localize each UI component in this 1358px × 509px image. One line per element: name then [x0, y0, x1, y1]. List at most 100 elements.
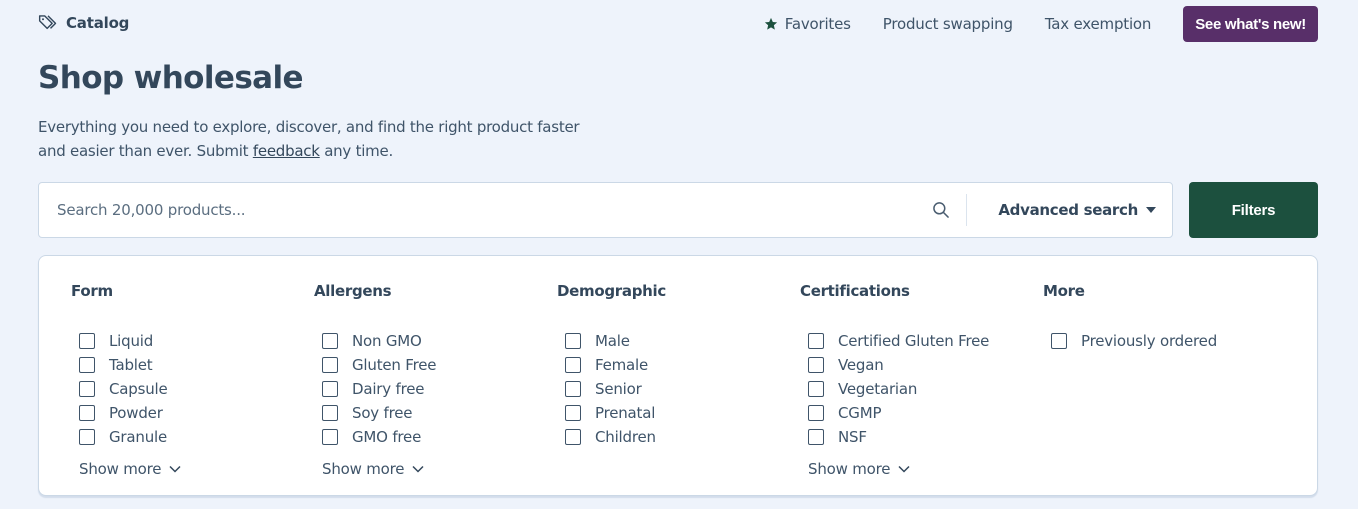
filter-option[interactable]: Certified Gluten Free [800, 329, 989, 353]
filter-option-label: GMO free [352, 428, 422, 446]
filter-group-allergens: Allergens Non GMO Gluten Free Dairy free Soy… [314, 282, 437, 480]
filter-option[interactable]: Previously ordered [1043, 329, 1217, 353]
filter-option-label: NSF [838, 428, 867, 446]
filter-option-label: Gluten Free [352, 356, 437, 374]
filter-option[interactable]: Prenatal [557, 401, 666, 425]
filter-option-label: Male [595, 332, 630, 350]
checkbox[interactable] [79, 381, 95, 397]
breadcrumb-catalog[interactable]: Catalog [66, 14, 129, 32]
see-whats-new-button[interactable]: See what's new! [1183, 6, 1318, 42]
filter-option[interactable]: Children [557, 425, 666, 449]
checkbox[interactable] [808, 405, 824, 421]
checkbox[interactable] [565, 429, 581, 445]
filter-option-label: Vegan [838, 356, 884, 374]
nav-product-swapping[interactable]: Product swapping [883, 15, 1013, 33]
filter-option-label: Dairy free [352, 380, 425, 398]
filter-option[interactable]: Female [557, 353, 666, 377]
show-more-button[interactable]: Show more [314, 458, 436, 480]
filter-option[interactable]: Capsule [71, 377, 181, 401]
nav-favorites[interactable]: Favorites [764, 15, 851, 33]
filter-option[interactable]: Soy free [314, 401, 436, 425]
filter-option-label: Vegetarian [838, 380, 918, 398]
checkbox[interactable] [79, 357, 95, 373]
checkbox[interactable] [79, 429, 95, 445]
filter-option-label: Powder [109, 404, 163, 422]
filter-option[interactable]: Liquid [71, 329, 181, 353]
filter-option-label: Female [595, 356, 649, 374]
checkbox[interactable] [322, 429, 338, 445]
filter-option-label: Children [595, 428, 656, 446]
filter-option-label: Non GMO [352, 332, 422, 350]
filter-option[interactable]: CGMP [800, 401, 989, 425]
filter-options: Non GMO Gluten Free Dairy free Soy free GMO … [314, 329, 437, 449]
filters-panel: Form Liquid Tablet Capsule Powder Granule Show… [38, 255, 1318, 496]
filter-option-label: Tablet [109, 356, 153, 374]
checkbox[interactable] [565, 357, 581, 373]
checkbox[interactable] [808, 429, 824, 445]
checkbox[interactable] [322, 333, 338, 349]
filter-group-title: More [1043, 282, 1085, 300]
show-more-button[interactable]: Show more [800, 458, 989, 480]
search-icon[interactable] [931, 200, 951, 220]
search-input[interactable] [39, 183, 932, 237]
filter-option[interactable]: Senior [557, 377, 666, 401]
show-more-button[interactable]: Show more [71, 458, 181, 480]
nav-tax-exemption-label: Tax exemption [1044, 15, 1152, 33]
search-bar: Advanced search [38, 182, 1173, 238]
checkbox[interactable] [808, 333, 824, 349]
feedback-link[interactable]: feedback [253, 142, 320, 160]
checkbox[interactable] [565, 333, 581, 349]
filter-option[interactable]: Granule [71, 425, 181, 449]
checkbox[interactable] [565, 405, 581, 421]
filter-group-title: Certifications [800, 282, 910, 300]
checkbox[interactable] [1051, 333, 1067, 349]
filter-group-form: Form Liquid Tablet Capsule Powder Granule Show… [71, 282, 181, 480]
filter-option-label: Certified Gluten Free [838, 332, 990, 350]
breadcrumb[interactable]: Catalog [38, 13, 129, 33]
checkbox[interactable] [322, 357, 338, 373]
filter-option-label: Prenatal [595, 404, 656, 422]
filter-group-demographic: Demographic Male Female Senior Prenatal Child… [557, 282, 666, 449]
filter-option-label: Senior [595, 380, 642, 398]
filter-options: Certified Gluten Free Vegan Vegetarian CGMP… [800, 329, 989, 449]
subtitle-text-end: any time. [319, 142, 393, 160]
page-title: Shop wholesale [38, 60, 304, 96]
filter-option[interactable]: NSF [800, 425, 989, 449]
filter-option[interactable]: Non GMO [314, 329, 436, 353]
tag-icon [38, 15, 57, 30]
filter-group-title: Demographic [557, 282, 666, 300]
checkbox[interactable] [322, 405, 338, 421]
filter-option[interactable]: Vegan [800, 353, 989, 377]
filter-option-label: Previously ordered [1081, 332, 1218, 350]
filter-option[interactable]: Male [557, 329, 666, 353]
filter-group-certifications: Certifications Certified Gluten Free Vegan… [800, 282, 989, 480]
filter-option[interactable]: GMO free [314, 425, 436, 449]
star-icon [764, 17, 777, 30]
filter-group-more: More Previously ordered [1043, 282, 1217, 353]
filter-group-title: Form [71, 282, 113, 300]
filter-group-title: Allergens [314, 282, 392, 300]
filter-option[interactable]: Vegetarian [800, 377, 989, 401]
checkbox[interactable] [808, 381, 824, 397]
checkbox[interactable] [79, 333, 95, 349]
checkbox[interactable] [808, 357, 824, 373]
filter-option[interactable]: Dairy free [314, 377, 436, 401]
nav-tax-exemption[interactable]: Tax exemption [1044, 15, 1152, 33]
filter-option-label: Soy free [352, 404, 413, 422]
page-subtitle: Everything you need to explore, discover… [38, 115, 598, 163]
checkbox[interactable] [565, 381, 581, 397]
top-bar: Catalog Favorites Product swapping Tax e… [0, 0, 1358, 48]
chevron-down-icon [412, 465, 424, 473]
checkbox[interactable] [322, 381, 338, 397]
filter-option[interactable]: Gluten Free [314, 353, 437, 377]
filter-option[interactable]: Powder [71, 401, 181, 425]
advanced-search-label: Advanced search [998, 201, 1138, 219]
filter-option[interactable]: Tablet [71, 353, 181, 377]
advanced-search-dropdown[interactable]: Advanced search [967, 201, 1172, 219]
chevron-down-icon [898, 465, 910, 473]
nav-favorites-label: Favorites [784, 15, 851, 33]
checkbox[interactable] [79, 405, 95, 421]
filter-options: Liquid Tablet Capsule Powder Granule [71, 329, 181, 449]
filters-button[interactable]: Filters [1189, 182, 1318, 238]
filter-option-label: CGMP [838, 404, 882, 422]
